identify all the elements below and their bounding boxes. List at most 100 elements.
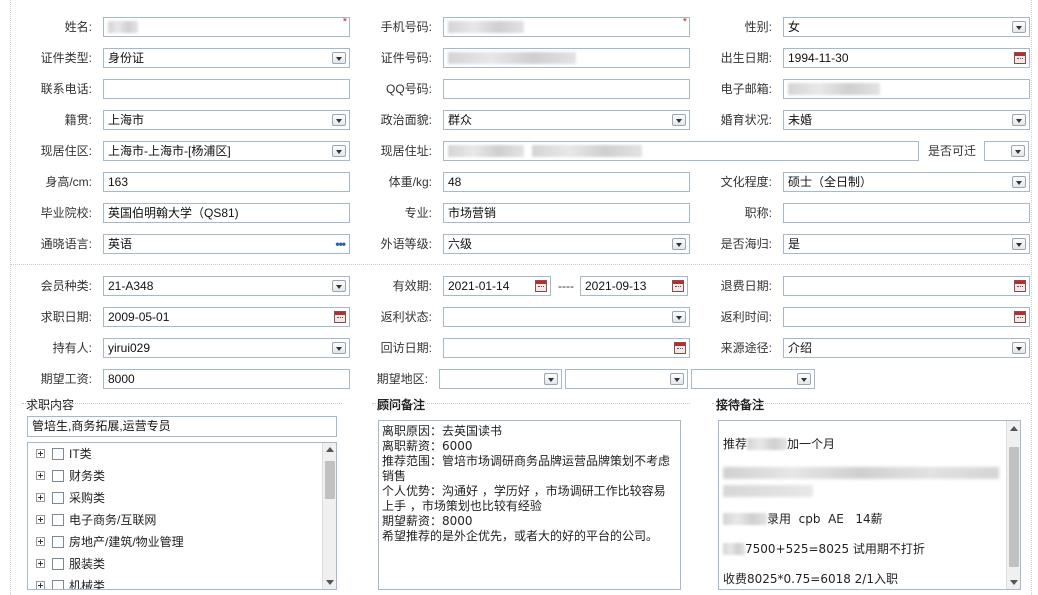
job-category-tree[interactable]: IT类 财务类 采购类 电子商务/互联网 房地产/建筑/物业管理 服装类 机械类	[27, 442, 337, 590]
chevron-down-icon[interactable]	[1011, 145, 1025, 157]
checkbox[interactable]	[52, 469, 64, 482]
rebate-status-select[interactable]	[443, 307, 690, 327]
reception-note-textarea[interactable]: 推荐 加一个月 录用 cpb AE 14薪 7500+525=8025 试用期不打…	[718, 420, 1021, 590]
address-input[interactable]	[443, 141, 919, 161]
tree-item-apparel[interactable]: 服装类	[36, 555, 105, 573]
chevron-down-icon[interactable]	[332, 145, 346, 157]
weight-input[interactable]: 48	[443, 172, 690, 192]
jobdate-input[interactable]: 2009-05-01	[103, 307, 350, 327]
school-input[interactable]: 英国伯明翰大学（QS81)	[103, 203, 350, 223]
chevron-down-icon[interactable]	[1012, 238, 1026, 250]
chevron-down-icon[interactable]	[672, 114, 686, 126]
tree-item-it[interactable]: IT类	[36, 445, 92, 463]
title-input[interactable]	[783, 203, 1030, 223]
expand-icon[interactable]	[36, 515, 45, 525]
chevron-down-icon[interactable]	[672, 238, 686, 250]
level-select[interactable]: 六级	[443, 234, 690, 254]
member-select[interactable]: 21-A348	[103, 276, 350, 296]
calendar-icon[interactable]	[1014, 280, 1026, 292]
lang-input[interactable]: 英语 •••	[103, 234, 350, 254]
checkbox[interactable]	[52, 513, 64, 526]
calendar-icon[interactable]	[1014, 311, 1026, 323]
calendar-icon[interactable]	[334, 311, 346, 323]
reception-note-title: 接待备注	[716, 398, 765, 412]
tree-item-machinery[interactable]: 机械类	[36, 577, 105, 589]
chevron-down-icon[interactable]	[1012, 114, 1026, 126]
tree-item-realestate[interactable]: 房地产/建筑/物业管理	[36, 533, 184, 551]
expand-icon[interactable]	[36, 537, 45, 547]
expand-icon[interactable]	[36, 493, 45, 503]
name-input[interactable]: *	[103, 17, 350, 37]
reception-scrollbar[interactable]	[1006, 421, 1020, 589]
scroll-thumb[interactable]	[1009, 447, 1019, 567]
political-select[interactable]: 群众	[443, 110, 690, 130]
birth-date-input[interactable]: 1994-11-30	[783, 48, 1030, 68]
idno-input[interactable]	[443, 48, 690, 68]
calendar-icon[interactable]	[672, 280, 684, 292]
chevron-down-icon[interactable]	[1012, 21, 1026, 33]
expand-icon[interactable]	[36, 449, 45, 459]
idtype-select[interactable]: 身份证	[103, 48, 350, 68]
marital-select[interactable]: 未婚	[783, 110, 1030, 130]
height-input[interactable]: 163	[103, 172, 350, 192]
chevron-down-icon[interactable]	[670, 373, 684, 385]
contact-input[interactable]	[103, 79, 350, 99]
relocate-select[interactable]	[984, 141, 1029, 161]
tree-item-finance[interactable]: 财务类	[36, 467, 105, 485]
phone-input[interactable]: *	[443, 17, 690, 37]
scroll-thumb[interactable]	[325, 461, 335, 499]
region-city-select[interactable]	[565, 369, 688, 389]
valid-to-input[interactable]: 2021-09-13	[580, 276, 688, 296]
chevron-down-icon[interactable]	[672, 311, 686, 323]
scroll-down-icon[interactable]	[326, 580, 334, 585]
expand-icon[interactable]	[36, 471, 45, 481]
checkbox[interactable]	[52, 535, 64, 548]
revisit-date-input[interactable]	[443, 338, 690, 358]
gender-select[interactable]: 女	[783, 17, 1030, 37]
scroll-up-icon[interactable]	[326, 447, 334, 452]
region-district-select[interactable]	[691, 369, 815, 389]
chevron-down-icon[interactable]	[544, 373, 558, 385]
edu-select[interactable]: 硕士（全日制）	[783, 172, 1030, 192]
expand-icon[interactable]	[36, 559, 45, 569]
tree-item-purchase[interactable]: 采购类	[36, 489, 105, 507]
overseas-select[interactable]: 是	[783, 234, 1030, 254]
redacted-text	[723, 542, 745, 555]
chevron-down-icon[interactable]	[1012, 176, 1026, 188]
checkbox[interactable]	[52, 447, 64, 460]
consultant-note-textarea[interactable]: 离职原因：去英国读书 离职薪资：6000 推荐范围：管培市场调研商务品牌运营品牌…	[378, 420, 681, 590]
calendar-icon[interactable]	[674, 342, 686, 354]
checkbox[interactable]	[52, 579, 64, 589]
source-select[interactable]: 介绍	[783, 338, 1030, 358]
email-input[interactable]	[783, 79, 1030, 99]
native-select[interactable]: 上海市	[103, 110, 350, 130]
major-input[interactable]: 市场营销	[443, 203, 690, 223]
scroll-up-icon[interactable]	[1010, 426, 1018, 431]
chevron-down-icon[interactable]	[332, 114, 346, 126]
chevron-down-icon[interactable]	[332, 52, 346, 64]
qq-input[interactable]	[443, 79, 690, 99]
chevron-down-icon[interactable]	[797, 373, 811, 385]
chevron-down-icon[interactable]	[332, 280, 346, 292]
holder-select[interactable]: yirui029	[103, 338, 350, 358]
valid-from-input[interactable]: 2021-01-14	[443, 276, 551, 296]
checkbox[interactable]	[52, 557, 64, 570]
title-label: 职称:	[744, 206, 772, 220]
job-content-summary[interactable]: 管培生,商务拓展,运营专员	[27, 416, 337, 437]
region-province-select[interactable]	[439, 369, 562, 389]
scroll-down-icon[interactable]	[1010, 580, 1018, 585]
chevron-down-icon[interactable]	[332, 342, 346, 354]
refund-date-input[interactable]	[783, 276, 1030, 296]
required-mark: *	[342, 17, 347, 28]
residence-select[interactable]: 上海市-上海市-[杨浦区]	[103, 141, 350, 161]
calendar-icon[interactable]	[535, 280, 547, 292]
more-options-icon[interactable]: •••	[335, 235, 346, 253]
tree-scrollbar[interactable]	[322, 443, 336, 589]
salary-input[interactable]: 8000	[103, 369, 350, 389]
calendar-icon[interactable]	[1014, 52, 1026, 64]
chevron-down-icon[interactable]	[1012, 342, 1026, 354]
expand-icon[interactable]	[36, 581, 45, 589]
checkbox[interactable]	[52, 491, 64, 504]
rebate-time-input[interactable]	[783, 307, 1030, 327]
tree-item-ecommerce[interactable]: 电子商务/互联网	[36, 511, 156, 529]
